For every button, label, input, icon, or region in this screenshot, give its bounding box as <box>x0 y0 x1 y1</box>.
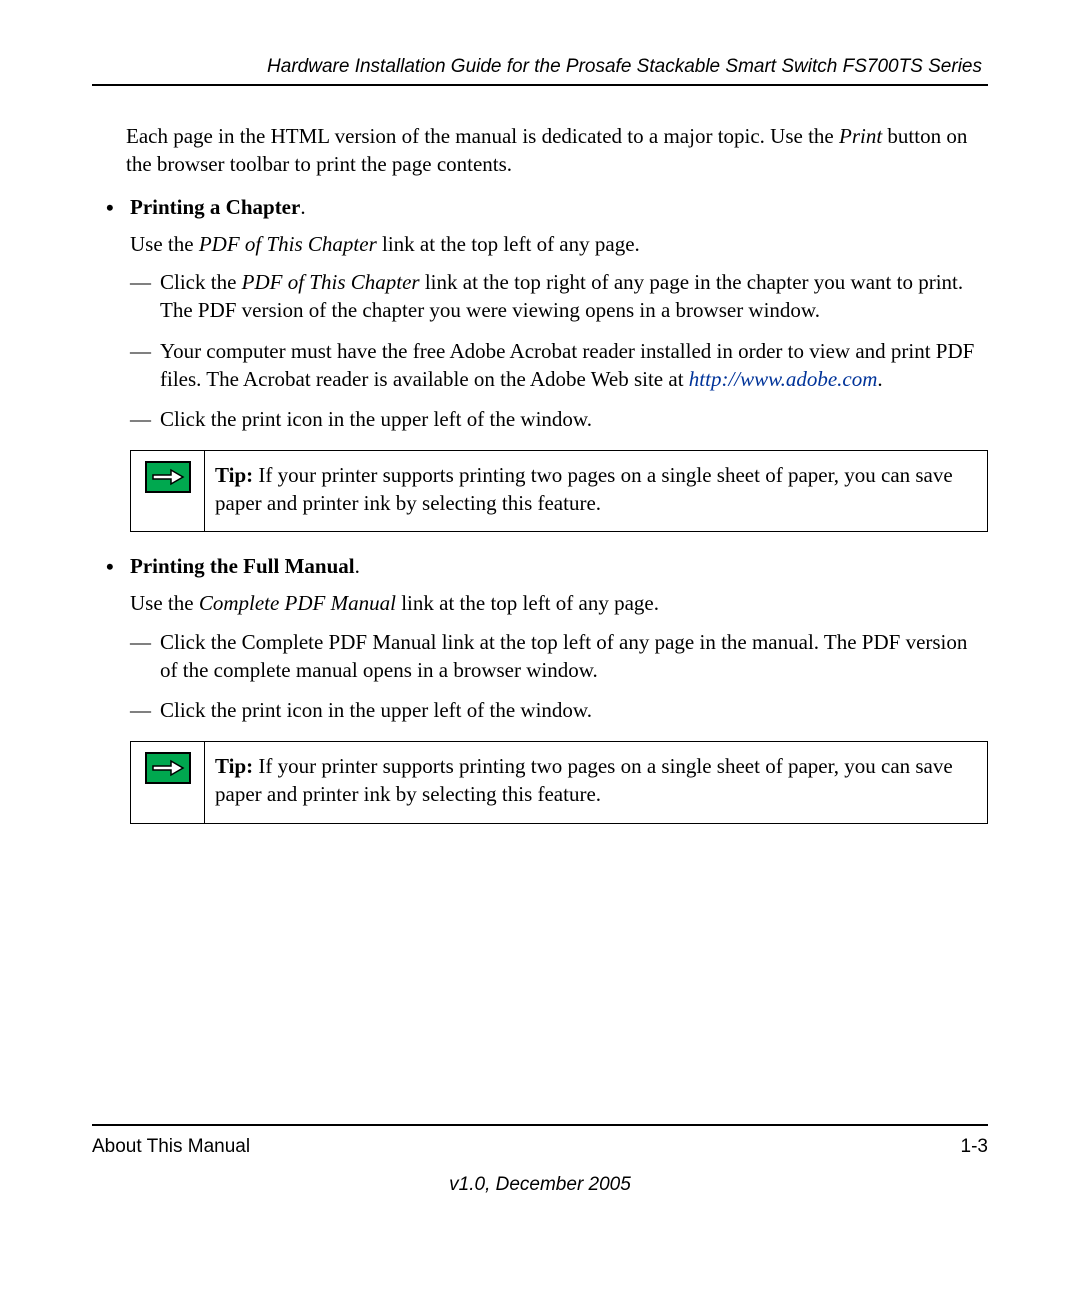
footer-divider <box>92 1124 988 1126</box>
tip-box: Tip: If your printer supports printing t… <box>130 450 988 533</box>
sub-italic: Complete PDF Manual <box>199 591 396 615</box>
header-divider <box>92 84 988 86</box>
tip-text: Tip: If your printer supports printing t… <box>205 742 987 823</box>
tip-icon-cell <box>131 451 205 532</box>
footer-version: v1.0, December 2005 <box>92 1174 988 1196</box>
dash-item: Click the print icon in the upper left o… <box>130 696 988 724</box>
dash-item: Click the Complete PDF Manual link at th… <box>130 628 988 685</box>
sub-prefix: Use the <box>130 591 199 615</box>
sub-suffix: link at the top left of any page. <box>377 232 640 256</box>
page-header-title: Hardware Installation Guide for the Pros… <box>92 56 988 78</box>
sub-prefix: Use the <box>130 232 199 256</box>
tip-body: If your printer supports printing two pa… <box>215 463 953 515</box>
dash-plain: Click the Complete PDF Manual link at th… <box>160 630 967 682</box>
dash-list: Click the PDF of This Chapter link at th… <box>130 268 988 434</box>
page-footer: About This Manual 1-3 v1.0, December 200… <box>92 1124 988 1196</box>
tip-icon-cell <box>131 742 205 823</box>
dash-item: Your computer must have the free Adobe A… <box>130 337 988 394</box>
tip-label: Tip: <box>215 463 253 487</box>
bullet-period: . <box>300 195 305 219</box>
bullet-heading: Printing a Chapter <box>130 195 300 219</box>
bullet-list: Printing a Chapter. Use the PDF of This … <box>106 195 988 824</box>
dash-after-link: . <box>877 367 882 391</box>
footer-line: About This Manual 1-3 <box>92 1136 988 1158</box>
footer-section-name: About This Manual <box>92 1136 250 1158</box>
intro-italic: Print <box>839 124 882 148</box>
sub-paragraph: Use the Complete PDF Manual link at the … <box>130 589 988 617</box>
sub-suffix: link at the top left of any page. <box>396 591 659 615</box>
bullet-printing-chapter: Printing a Chapter. Use the PDF of This … <box>106 195 988 533</box>
tip-label: Tip: <box>215 754 253 778</box>
tip-box: Tip: If your printer supports printing t… <box>130 741 988 824</box>
dash-item: Click the PDF of This Chapter link at th… <box>130 268 988 325</box>
sub-italic: PDF of This Chapter <box>199 232 377 256</box>
dash-italic: PDF of This Chapter <box>242 270 420 294</box>
intro-prefix: Each page in the HTML version of the man… <box>126 124 839 148</box>
dash-list: Click the Complete PDF Manual link at th… <box>130 628 988 725</box>
arrow-right-icon <box>145 752 191 784</box>
tip-text: Tip: If your printer supports printing t… <box>205 451 987 532</box>
footer-page-number: 1-3 <box>961 1136 988 1158</box>
arrow-right-icon <box>145 461 191 493</box>
dash-plain: Click the print icon in the upper left o… <box>160 407 592 431</box>
sub-paragraph: Use the PDF of This Chapter link at the … <box>130 230 988 258</box>
bullet-heading: Printing the Full Manual <box>130 554 355 578</box>
dash-item: Click the print icon in the upper left o… <box>130 405 988 433</box>
dash-prefix: Click the <box>160 270 242 294</box>
adobe-link[interactable]: http://www.adobe.com <box>689 367 878 391</box>
intro-paragraph: Each page in the HTML version of the man… <box>126 122 988 179</box>
bullet-period: . <box>355 554 360 578</box>
dash-plain: Click the print icon in the upper left o… <box>160 698 592 722</box>
tip-body: If your printer supports printing two pa… <box>215 754 953 806</box>
bullet-printing-full-manual: Printing the Full Manual. Use the Comple… <box>106 554 988 823</box>
